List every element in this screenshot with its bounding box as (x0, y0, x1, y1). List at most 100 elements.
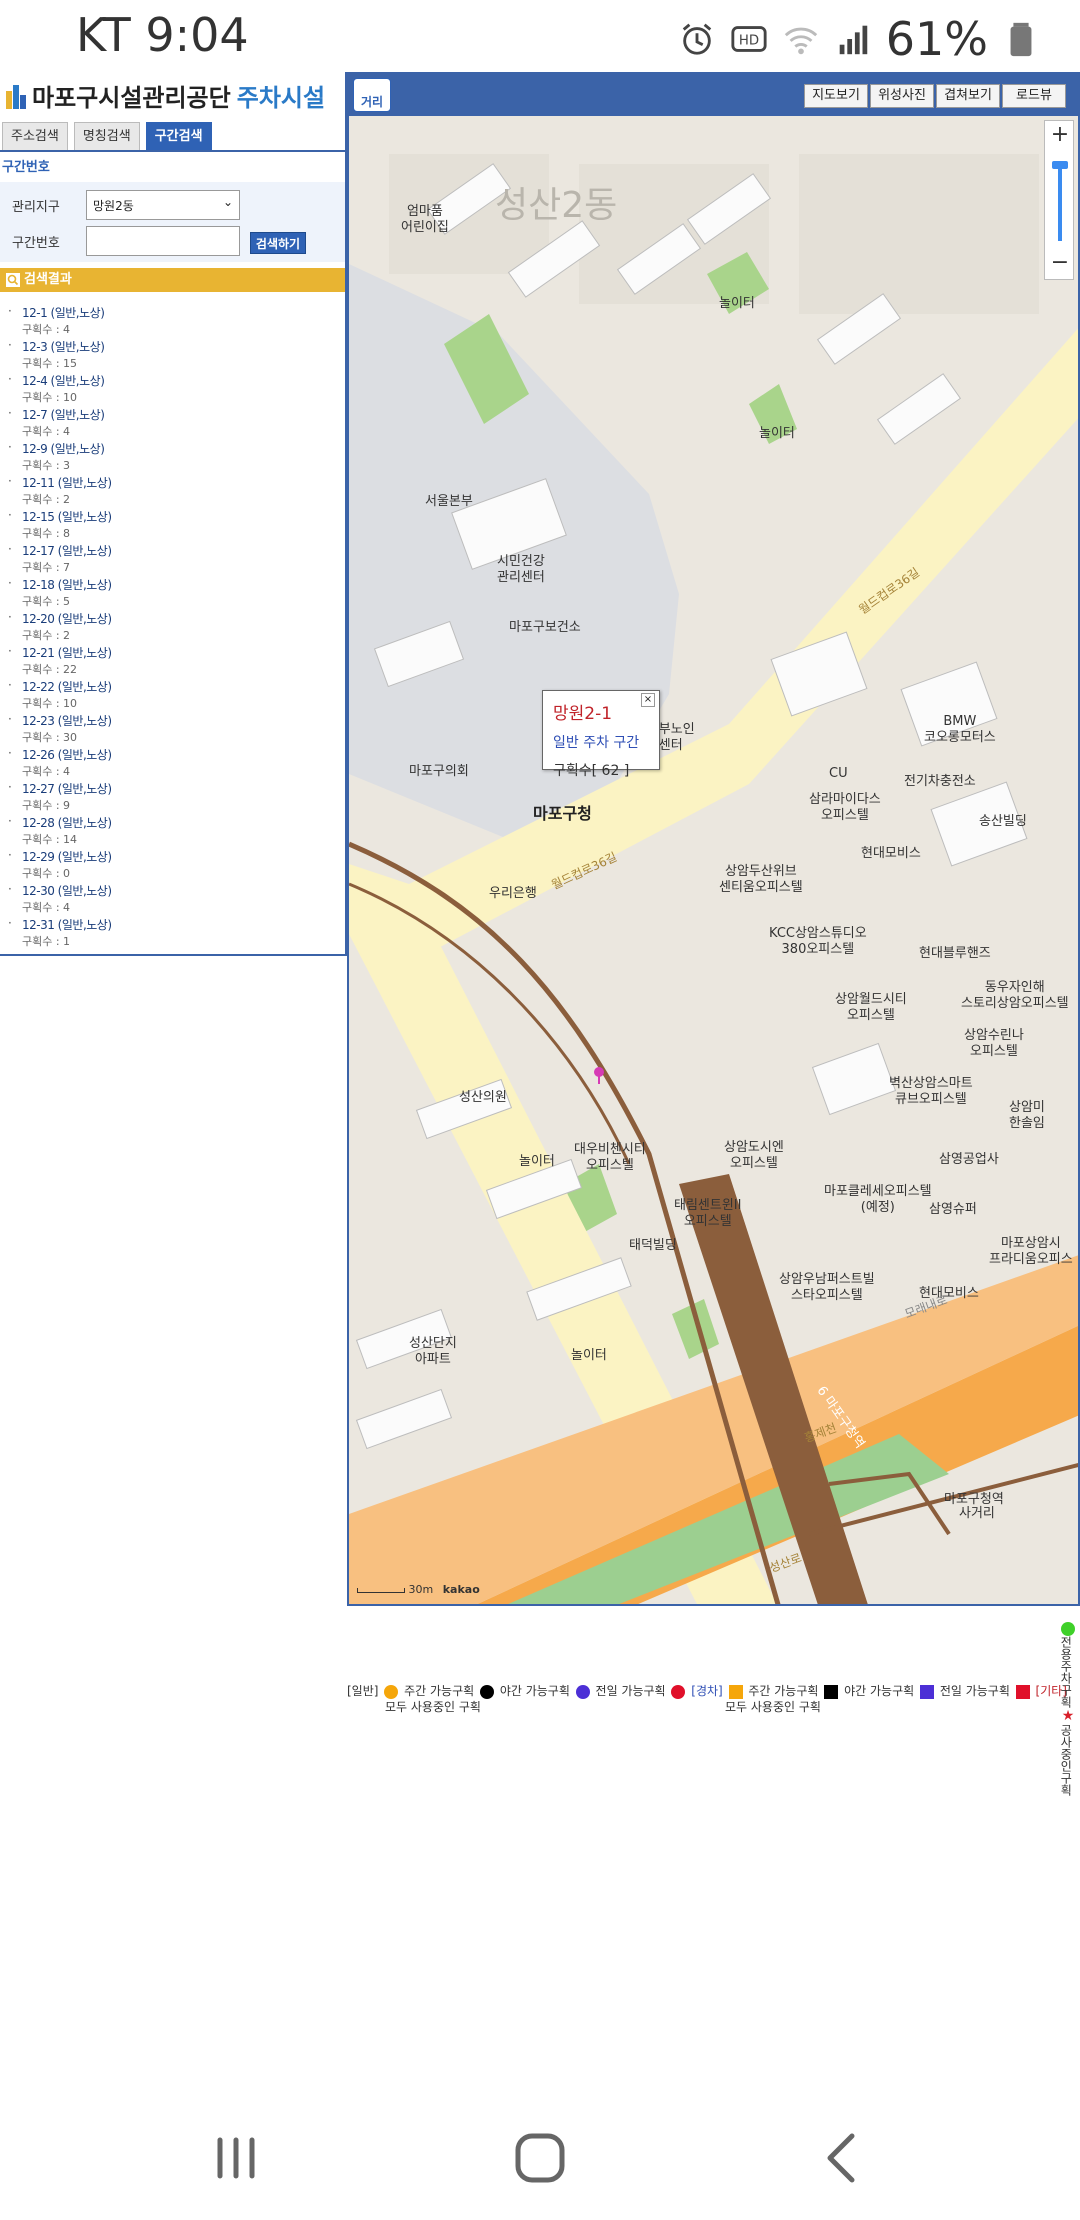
distance-button[interactable]: 거리 (353, 78, 391, 112)
map-label-taeduk: 태덕빌딩 (629, 1238, 677, 1253)
list-item[interactable]: 12-29 (일반,노상) 구획수 : 0 (0, 848, 345, 882)
map-label-baeksan: 벽산상암스마트 큐브오피스텔 (889, 1076, 973, 1107)
home-icon[interactable] (510, 2128, 570, 2188)
map-label-world: 상암월드시티 오피스텔 (835, 992, 907, 1023)
list-item[interactable]: 12-31 (일반,노상) 구획수 : 1 (0, 916, 345, 950)
list-item[interactable]: 12-17 (일반,노상) 구획수 : 7 (0, 542, 345, 576)
list-item[interactable]: 12-1 (일반,노상) 구획수 : 4 (0, 304, 345, 338)
map-label-health: 마포구보건소 (509, 620, 581, 635)
district-select[interactable]: 망원2동 ⌄ (86, 190, 240, 220)
list-item[interactable]: 12-18 (일반,노상) 구획수 : 5 (0, 576, 345, 610)
satellite-button[interactable]: 위성사진 (870, 84, 934, 108)
list-item-count: 구획수 : 15 (22, 357, 78, 370)
map-label-mapo-cle: 마포클레세오피스텔 (예정) (824, 1184, 932, 1215)
zone-input[interactable] (86, 226, 240, 256)
search-button[interactable]: 검색하기 (250, 232, 306, 254)
tab-zone-search[interactable]: 구간검색 (145, 122, 212, 150)
legend-light-occupied: 모두 사용중인 구획 (725, 1700, 821, 1714)
list-item-count: 구획수 : 14 (22, 833, 78, 846)
map-label-playground-2: 놀이터 (719, 296, 755, 311)
legend-sq-occupied (1015, 1684, 1030, 1699)
list-item-title: 12-4 (일반,노상) (22, 374, 105, 388)
list-item[interactable]: 12-30 (일반,노상) 구획수 : 4 (0, 882, 345, 916)
map-label-sangamdo: 상암도시엔 오피스텔 (724, 1140, 784, 1171)
brand-logo-icon (6, 81, 26, 109)
map-scale: 30m kakao (357, 1583, 480, 1596)
list-item-title: 12-23 (일반,노상) (22, 714, 112, 728)
map-label-seongsan: 성산의원 (459, 1090, 507, 1105)
list-item-title: 12-28 (일반,노상) (22, 816, 112, 830)
list-item[interactable]: 12-26 (일반,노상) 구획수 : 4 (0, 746, 345, 780)
result-list: 12-1 (일반,노상)구획수 : 412-3 (일반,노상)구획수 : 151… (0, 304, 345, 954)
chevron-down-icon: ⌄ (222, 195, 233, 209)
map-label-council: 마포구의회 (409, 764, 469, 779)
list-item[interactable]: 12-7 (일반,노상) 구획수 : 4 (0, 406, 345, 440)
zoom-track[interactable] (1058, 161, 1062, 241)
legend-light-night: 야간 가능구획 (844, 1684, 915, 1698)
zoom-slider-handle[interactable] (1052, 161, 1068, 169)
map-label-sangamwu: 상암우남퍼스트빌 스타오피스텔 (779, 1272, 875, 1303)
legend-sq-night (824, 1684, 839, 1699)
list-item[interactable]: 12-21 (일반,노상) 구획수 : 22 (0, 644, 345, 678)
zoom-out-button[interactable]: − (1045, 249, 1075, 279)
roadview-button[interactable]: 로드뷰 (1002, 84, 1066, 108)
list-item[interactable]: 12-22 (일반,노상) 구획수 : 10 (0, 678, 345, 712)
legend-general-occupied: 모두 사용중인 구획 (385, 1700, 481, 1714)
list-item[interactable]: 12-9 (일반,노상) 구획수 : 3 (0, 440, 345, 474)
map-view-button[interactable]: 지도보기 (804, 84, 868, 108)
list-item-count: 구획수 : 8 (22, 527, 71, 540)
list-item-count: 구획수 : 30 (22, 731, 78, 744)
brand-header: 마포구시설관리공단 주차시설 (0, 72, 345, 118)
list-item[interactable]: 12-4 (일반,노상) 구획수 : 10 (0, 372, 345, 406)
legend-light-all: 전일 가능구획 (939, 1684, 1010, 1698)
zoom-in-button[interactable]: + (1045, 121, 1075, 151)
map-label-songsan: 송산빌딩 (979, 814, 1027, 829)
map-canvas (349, 74, 1078, 1604)
overlay-button[interactable]: 겹쳐보기 (936, 84, 1000, 108)
kakao-logo: kakao (442, 1583, 480, 1596)
list-item-count: 구획수 : 2 (22, 629, 71, 642)
recent-apps-icon[interactable] (206, 2128, 266, 2188)
legend-light-label: [경차] (691, 1684, 723, 1698)
map-view[interactable]: 거리 지도보기 위성사진 겹쳐보기 로드뷰 + − 성산2동 엄마품 어린이집 … (347, 72, 1080, 1606)
close-icon[interactable]: × (641, 693, 655, 707)
hd-icon: HD (731, 26, 767, 52)
legend-side: 전용주차구획 ★ 공사중인구획 (1058, 1622, 1078, 1796)
map-label-daewoo: 대우비첸시티 오피스텔 (574, 1142, 646, 1173)
list-item-title: 12-7 (일반,노상) (22, 408, 105, 422)
list-item[interactable]: 12-3 (일반,노상) 구획수 : 15 (0, 338, 345, 372)
legend-dot-day (384, 1684, 399, 1699)
alarm-icon (682, 23, 711, 55)
list-item-count: 구획수 : 7 (22, 561, 71, 574)
zone-popup[interactable]: × 망원2-1 일반 주차 구간 구획수[ 62 ] (542, 690, 660, 779)
list-item[interactable]: 12-20 (일반,노상) 구획수 : 2 (0, 610, 345, 644)
legend-sq-all (919, 1684, 934, 1699)
list-item[interactable]: 12-27 (일반,노상) 구획수 : 9 (0, 780, 345, 814)
list-item[interactable]: 12-28 (일반,노상) 구획수 : 14 (0, 814, 345, 848)
list-item[interactable]: 12-11 (일반,노상) 구획수 : 2 (0, 474, 345, 508)
brand-sub: 주차시설 (236, 83, 326, 112)
popup-title: 망원2-1 (553, 704, 613, 724)
tab-address-search[interactable]: 주소검색 (2, 122, 68, 150)
tab-name-search[interactable]: 명칭검색 (73, 122, 140, 150)
list-item[interactable]: 12-15 (일반,노상) 구획수 : 8 (0, 508, 345, 542)
list-item[interactable]: 12-23 (일반,노상) 구획수 : 30 (0, 712, 345, 746)
map-label-hyundaeb: 현대블루핸즈 (919, 946, 991, 961)
svg-text:HD: HD (739, 34, 759, 49)
map-label-playground-1: 놀이터 (571, 1348, 607, 1363)
map-label-sangam-hansol: 상암미 한솔임 (1009, 1100, 1045, 1131)
map-toolbar: 거리 지도보기 위성사진 겹쳐보기 로드뷰 (349, 74, 1078, 116)
legend-light-day: 주간 가능구획 (748, 1684, 819, 1698)
legend: [일반] 주간 가능구획 야간 가능구획 전일 가능구획 [경차] 주간 가능구… (347, 1612, 1080, 1796)
legend-side-dedicated: 전용주차구획 (1058, 1636, 1073, 1709)
back-icon[interactable] (812, 2128, 872, 2188)
left-panel: 마포구시설관리공단 주차시설 주소검색 명칭검색 구간검색 구간번호 관리지구 … (0, 72, 347, 956)
zoom-control: + − (1044, 120, 1074, 280)
list-item-title: 12-1 (일반,노상) (22, 306, 105, 320)
brand-name: 마포구시설관리공단 (32, 83, 231, 112)
legend-side-construction: 공사중인구획 (1058, 1724, 1073, 1797)
search-icon (6, 272, 20, 287)
list-item-title: 12-18 (일반,노상) (22, 578, 112, 592)
legend-sq-day (728, 1684, 743, 1699)
status-icons: HD 61% (678, 12, 1040, 66)
